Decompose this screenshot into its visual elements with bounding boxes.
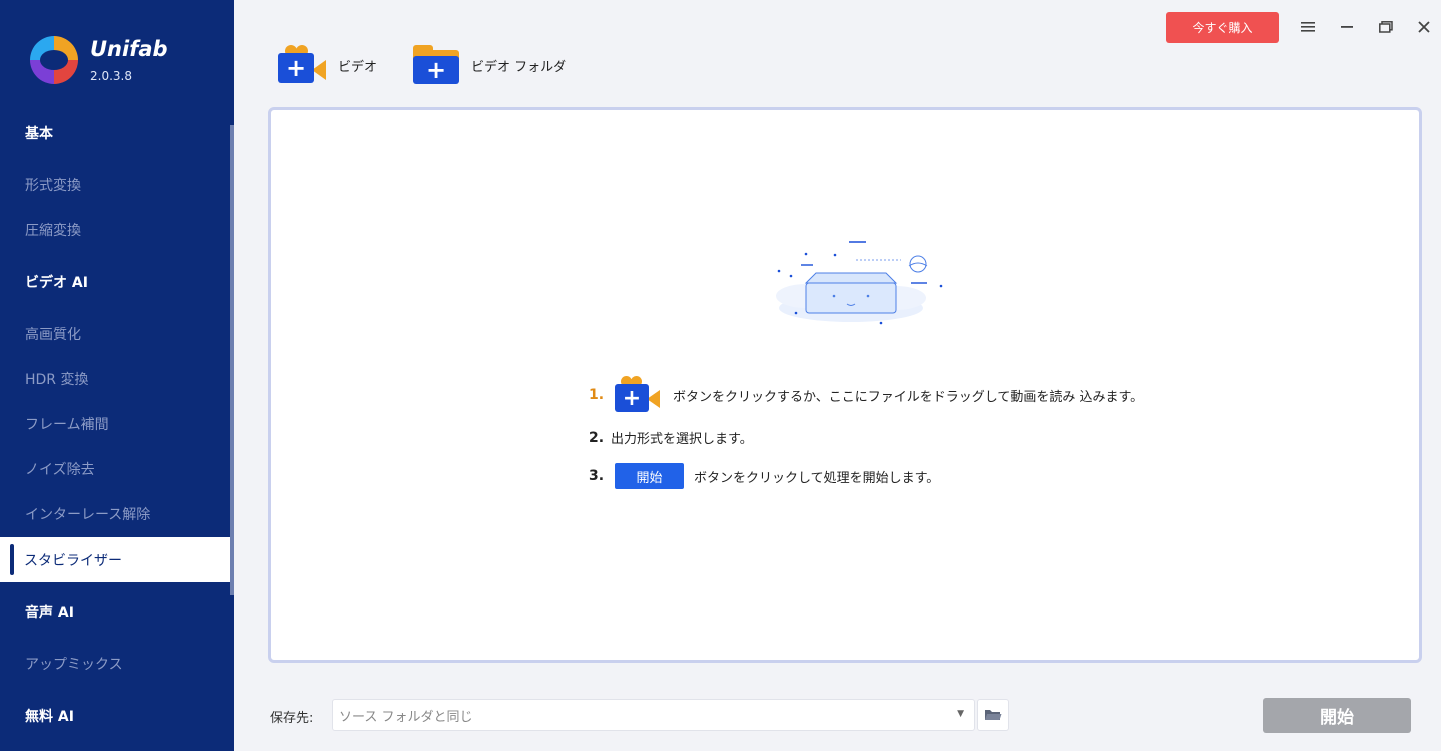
sidebar-item-denoise[interactable]: ノイズ除去 bbox=[0, 446, 230, 491]
close-icon[interactable] bbox=[1413, 16, 1435, 38]
start-button[interactable]: 開始 bbox=[1263, 698, 1411, 733]
step-2-number: 2. bbox=[589, 429, 605, 446]
add-folder-label: ビデオ フォルダ bbox=[471, 59, 567, 75]
sidebar-head-audio-ai: 音声 AI bbox=[25, 604, 74, 621]
sidebar-item-deinterlace[interactable]: インターレース解除 bbox=[0, 491, 230, 536]
add-video-icon: + bbox=[278, 45, 328, 85]
sidebar-item-hdr[interactable]: HDR 変換 bbox=[0, 356, 230, 401]
brand-name: Unifab bbox=[90, 37, 168, 61]
step-3-start-badge: 開始 bbox=[615, 463, 684, 489]
sidebar-item-stabilizer[interactable]: スタビライザー bbox=[0, 537, 230, 582]
sidebar-head-video-ai: ビデオ AI bbox=[25, 274, 88, 291]
app-version: 2.0.3.8 bbox=[90, 69, 132, 83]
chevron-down-icon: ▼ bbox=[957, 709, 964, 719]
save-destination-label: 保存先: bbox=[270, 711, 314, 726]
sidebar-item-frame-interp[interactable]: フレーム補間 bbox=[0, 401, 230, 446]
sidebar-head-free-ai: 無料 AI bbox=[25, 708, 74, 725]
empty-box-illustration-icon bbox=[776, 241, 943, 325]
step-1: 1. + ボタンをクリックするか、ここにファイルをドラッグして動画を読み 込みま… bbox=[589, 376, 1143, 414]
sidebar-item-compress[interactable]: 圧縮変換 bbox=[0, 207, 230, 252]
step-3-number: 3. bbox=[589, 468, 605, 484]
folder-open-icon bbox=[985, 710, 1002, 720]
sidebar-item-upscale[interactable]: 高画質化 bbox=[0, 311, 230, 356]
add-video-label: ビデオ bbox=[338, 59, 378, 75]
save-destination-select[interactable]: ソース フォルダと同じ ▼ bbox=[332, 699, 975, 731]
menu-icon[interactable] bbox=[1297, 16, 1319, 38]
add-video-inline-icon: + bbox=[615, 376, 663, 414]
sidebar-head-basic: 基本 bbox=[25, 125, 53, 142]
drop-zone[interactable]: 1. + ボタンをクリックするか、ここにファイルをドラッグして動画を読み 込みま… bbox=[268, 107, 1422, 663]
add-folder-icon: + bbox=[413, 45, 461, 85]
buy-now-button[interactable]: 今すぐ購入 bbox=[1166, 12, 1279, 43]
sidebar-item-format-convert[interactable]: 形式変換 bbox=[0, 162, 230, 207]
add-video-button[interactable]: + ビデオ bbox=[278, 45, 377, 85]
step-2: 2. 出力形式を選択します。 bbox=[589, 428, 753, 448]
minimize-icon[interactable] bbox=[1336, 16, 1358, 38]
step-1-text: ボタンをクリックするか、ここにファイルをドラッグして動画を読み 込みます。 bbox=[673, 389, 1144, 405]
browse-folder-button[interactable] bbox=[977, 699, 1009, 731]
sidebar: Unifab 2.0.3.8 基本 形式変換 圧縮変換 ビデオ AI 高画質化 … bbox=[0, 0, 234, 751]
save-destination-value: ソース フォルダと同じ bbox=[339, 709, 473, 725]
step-2-text: 出力形式を選択します。 bbox=[611, 432, 753, 447]
step-3: 3. 開始 ボタンをクリックして処理を開始します。 bbox=[589, 463, 939, 489]
add-folder-button[interactable]: + ビデオ フォルダ bbox=[413, 45, 566, 85]
step-3-text: ボタンをクリックして処理を開始します。 bbox=[694, 470, 940, 486]
sidebar-scrollbar[interactable] bbox=[230, 125, 234, 595]
restore-icon[interactable] bbox=[1375, 16, 1397, 38]
step-1-number: 1. bbox=[589, 387, 605, 403]
sidebar-item-upmix[interactable]: アップミックス bbox=[0, 641, 230, 686]
unifab-logo-icon bbox=[30, 36, 78, 84]
